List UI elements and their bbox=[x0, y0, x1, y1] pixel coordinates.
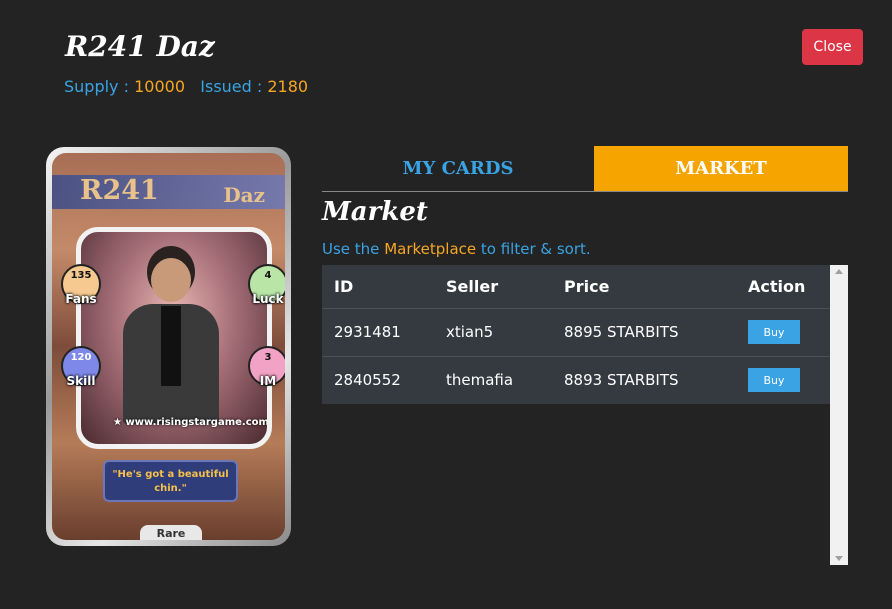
listing-price: 8893 STARBITS bbox=[564, 371, 679, 390]
marketplace-link[interactable]: Marketplace bbox=[384, 240, 476, 258]
tab-divider bbox=[322, 191, 848, 192]
stat-luck: 4 Luck bbox=[248, 264, 285, 306]
buy-button[interactable]: Buy bbox=[748, 320, 800, 344]
market-table: ID Seller Price Action 2931481 xtian5 88… bbox=[322, 265, 830, 404]
stat-im-label: IM bbox=[259, 374, 277, 388]
card-detail-modal: R241 Daz Supply : 10000 Issued : 2180 Cl… bbox=[0, 0, 892, 609]
supply-value: 10000 bbox=[134, 77, 185, 96]
card-image: R241 Daz ★ www.risingstargame.com 135 Fa… bbox=[46, 147, 291, 546]
market-table-container: ID Seller Price Action 2931481 xtian5 88… bbox=[322, 265, 848, 565]
card-code: R241 bbox=[80, 175, 159, 206]
stat-luck-value: 4 bbox=[264, 270, 272, 281]
listing-seller: xtian5 bbox=[446, 323, 494, 341]
listing-price: 8895 STARBITS bbox=[564, 323, 679, 341]
tab-market[interactable]: MARKET bbox=[594, 146, 848, 192]
website-label: ★ www.risingstargame.com bbox=[113, 417, 269, 428]
column-header-seller: Seller bbox=[446, 276, 499, 296]
table-row: 2840552 themafia 8893 STARBITS Buy bbox=[322, 356, 830, 404]
market-help-text: Use the Marketplace to filter & sort. bbox=[322, 240, 591, 258]
card-title: R241 Daz bbox=[65, 30, 215, 63]
rarity-badge: Rare bbox=[140, 525, 202, 540]
listing-id: 2931481 bbox=[334, 323, 401, 341]
column-header-action: Action bbox=[748, 276, 806, 296]
stat-skill-value: 120 bbox=[70, 352, 92, 363]
supply-info: Supply : 10000 Issued : 2180 bbox=[64, 77, 308, 96]
tab-my-cards[interactable]: MY CARDS bbox=[322, 146, 594, 192]
stat-fans-value: 135 bbox=[70, 270, 92, 281]
card-portrait: ★ www.risingstargame.com bbox=[76, 227, 272, 449]
card-quote: "He's got a beautiful chin." bbox=[103, 460, 238, 502]
buy-button[interactable]: Buy bbox=[748, 368, 800, 393]
help-suffix: to filter & sort. bbox=[480, 240, 591, 258]
stat-skill-label: Skill bbox=[66, 374, 96, 388]
supply-label: Supply : bbox=[64, 77, 129, 96]
scroll-up-icon[interactable] bbox=[835, 269, 843, 274]
card-face: R241 Daz ★ www.risingstargame.com 135 Fa… bbox=[52, 153, 285, 540]
stat-luck-label: Luck bbox=[252, 292, 284, 306]
column-header-price: Price bbox=[564, 276, 610, 296]
column-header-id: ID bbox=[334, 276, 354, 296]
issued-label: Issued : bbox=[200, 77, 263, 96]
table-scrollbar[interactable] bbox=[830, 265, 848, 565]
stat-fans-label: Fans bbox=[65, 292, 97, 306]
stat-im: 3 IM bbox=[248, 346, 285, 388]
person-head bbox=[151, 258, 191, 302]
website-text: www.risingstargame.com bbox=[125, 417, 269, 428]
market-heading: Market bbox=[322, 197, 428, 227]
stat-fans: 135 Fans bbox=[61, 264, 101, 306]
listing-action: Buy bbox=[736, 308, 830, 356]
table-header-row: ID Seller Price Action bbox=[322, 265, 830, 308]
listing-seller: themafia bbox=[446, 371, 514, 390]
close-button[interactable]: Close bbox=[802, 29, 863, 65]
listing-id: 2840552 bbox=[334, 371, 401, 390]
person-shirt bbox=[161, 306, 181, 386]
scroll-down-icon[interactable] bbox=[835, 556, 843, 561]
issued-value: 2180 bbox=[267, 77, 309, 96]
stat-skill: 120 Skill bbox=[61, 346, 101, 388]
help-prefix: Use the bbox=[322, 240, 380, 258]
listing-action: Buy bbox=[736, 356, 830, 404]
table-row: 2931481 xtian5 8895 STARBITS Buy bbox=[322, 308, 830, 356]
card-name: Daz bbox=[223, 183, 265, 207]
stat-im-value: 3 bbox=[264, 352, 272, 363]
